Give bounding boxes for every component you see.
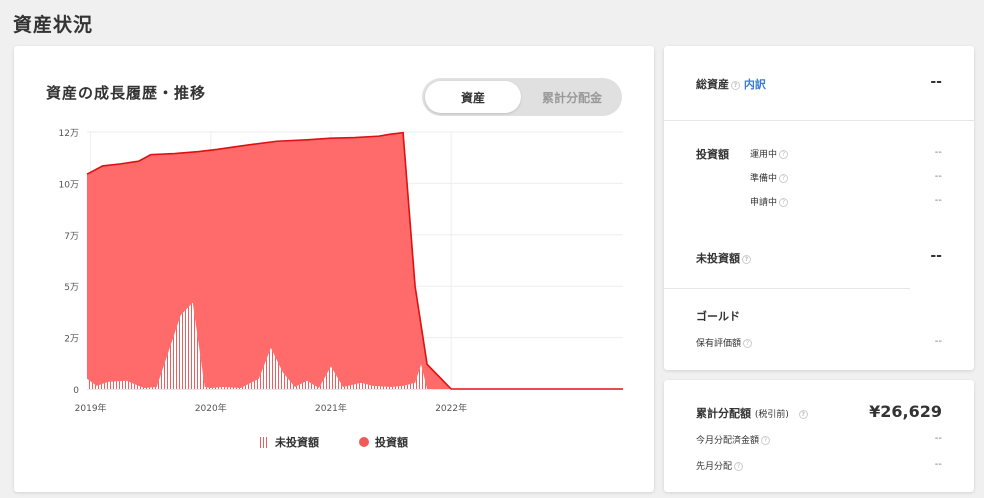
asset-history-card: 資産の成長履歴・推移 資産 累計分配金 0 2万 5万 7万 10万 12万 2019年 20…	[14, 46, 654, 492]
y-tick-label: 2万	[64, 335, 79, 345]
gold-label: ゴールド	[696, 310, 740, 323]
gold-holding-value: --	[934, 336, 942, 347]
asset-chart: 0 2万 5万 7万 10万 12万 2019年 2020年 2021年 2022年	[59, 129, 623, 414]
this-month-value: --	[934, 433, 942, 444]
total-assets-label: 総資産	[696, 78, 729, 91]
help-circle-icon[interactable]: ?	[742, 254, 751, 264]
help-circle-icon[interactable]: ?	[731, 80, 740, 90]
legend-uninvested[interactable]: 未投資額	[260, 434, 319, 450]
page-title: 資産状況	[13, 14, 94, 36]
breakdown-link[interactable]: 内訳	[744, 78, 766, 91]
x-tick-label: 2020年	[195, 402, 227, 414]
applying-value: --	[934, 195, 942, 206]
legend-uninvested-label: 未投資額	[275, 436, 319, 449]
hatch-swatch-icon	[260, 436, 269, 448]
distribution-row: 累計分配額 (税引前) ?	[696, 405, 808, 421]
help-circle-icon[interactable]: ?	[779, 198, 789, 207]
x-tick-label: 2022年	[435, 402, 467, 414]
preparing-label: 準備中	[750, 174, 778, 184]
y-tick-label: 10万	[59, 180, 79, 190]
total-assets-value: --	[930, 74, 942, 90]
last-month-label: 先月分配	[696, 462, 733, 472]
this-month-label: 今月分配済金額	[696, 436, 760, 446]
y-tick-label: 12万	[59, 129, 79, 139]
distribution-amount: ¥26,629	[869, 402, 942, 421]
preparing-row: 準備中?	[750, 171, 789, 184]
help-circle-icon[interactable]: ?	[734, 462, 744, 471]
operating-row: 運用中?	[750, 147, 789, 160]
distribution-label: 累計分配額	[696, 407, 751, 420]
help-circle-icon[interactable]: ?	[798, 409, 808, 419]
asset-summary-card: 総資産? 内訳 -- 投資額 運用中? -- 準備中? -- 申請中? -- 未…	[664, 46, 974, 370]
help-circle-icon[interactable]: ?	[779, 150, 789, 159]
help-circle-icon[interactable]: ?	[743, 339, 753, 348]
uninvested-label: 未投資額	[696, 252, 740, 265]
chart-legend: 未投資額 投資額	[14, 434, 654, 450]
gold-holding-label: 保有評価額	[696, 339, 742, 349]
help-circle-icon[interactable]: ?	[761, 436, 771, 445]
preparing-value: --	[934, 171, 942, 182]
applying-row: 申請中?	[750, 195, 789, 208]
divider	[664, 120, 974, 121]
y-tick-label: 5万	[64, 283, 79, 293]
uninvested-value: --	[930, 248, 942, 264]
x-tick-label: 2021年	[315, 402, 347, 414]
help-circle-icon[interactable]: ?	[779, 174, 789, 183]
gold-holding-row: 保有評価額?	[696, 336, 753, 349]
last-month-value: --	[934, 459, 942, 470]
x-tick-label: 2019年	[75, 402, 107, 414]
investment-label: 投資額	[696, 148, 729, 161]
total-assets-row: 総資産? 内訳	[696, 76, 766, 92]
distribution-card: 累計分配額 (税引前) ? ¥26,629 今月分配済金額? -- 先月分配? …	[664, 380, 974, 492]
divider	[664, 288, 910, 289]
operating-value: --	[934, 147, 942, 158]
applying-label: 申請中	[750, 198, 778, 208]
invested-area	[87, 132, 623, 389]
legend-invested-label: 投資額	[375, 436, 408, 449]
y-tick-label: 0	[73, 386, 79, 396]
y-tick-label: 7万	[64, 232, 79, 242]
this-month-row: 今月分配済金額?	[696, 433, 771, 446]
dot-swatch-icon	[359, 437, 369, 447]
uninvested-row: 未投資額?	[696, 250, 751, 266]
last-month-row: 先月分配?	[696, 459, 744, 472]
tax-note: (税引前)	[754, 410, 789, 420]
legend-invested[interactable]: 投資額	[359, 434, 408, 450]
operating-label: 運用中	[750, 150, 778, 160]
